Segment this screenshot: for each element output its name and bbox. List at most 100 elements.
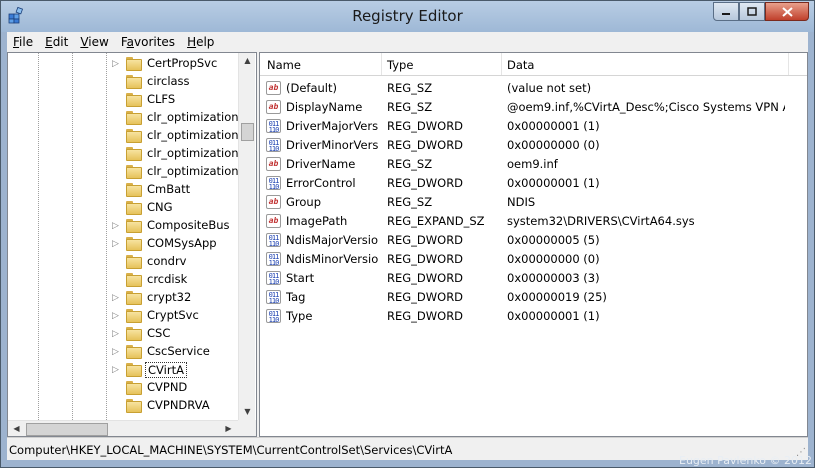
column-divider[interactable] — [788, 53, 789, 75]
tree-horizontal-scroll-thumb[interactable] — [26, 423, 108, 436]
scroll-right-arrow-icon[interactable]: ▶ — [220, 424, 237, 433]
value-type: REG_DWORD — [387, 252, 464, 266]
folder-icon — [126, 363, 142, 377]
tree-item[interactable]: CLFS — [8, 91, 238, 109]
tree-vertical-scroll-thumb[interactable] — [241, 123, 254, 141]
column-header-name[interactable]: Name — [267, 58, 301, 72]
value-row[interactable]: ab ImagePath REG_EXPAND_SZ system32\DRIVERS… — [260, 212, 807, 231]
menu-favorites[interactable]: Favorites — [115, 35, 181, 49]
value-name: NdisMajorVersion — [286, 233, 378, 247]
value-row[interactable]: ab DisplayName REG_SZ @oem9.inf,%CVirtA_Des… — [260, 98, 807, 117]
maximize-button[interactable] — [739, 2, 765, 21]
value-row[interactable]: ab (Default) REG_SZ (value not set) — [260, 79, 807, 98]
value-type: REG_DWORD — [387, 271, 464, 285]
tree-item[interactable]: clr_optimization_ — [8, 109, 244, 127]
column-divider[interactable] — [501, 53, 502, 75]
menu-file[interactable]: File — [7, 35, 39, 49]
value-row[interactable]: ab DriverName REG_SZ oem9.inf — [260, 155, 807, 174]
value-row[interactable]: 011 110 Start REG_DWORD 0x00000003 (3) — [260, 269, 807, 288]
folder-icon — [126, 75, 142, 89]
value-type: REG_EXPAND_SZ — [387, 214, 485, 228]
tree-vertical-scrollbar[interactable]: ▲ ▼ — [238, 53, 255, 421]
tree-item[interactable]: ▷ crypt32 — [8, 289, 238, 307]
menu-edit-label: dit — [52, 35, 69, 49]
value-row[interactable]: 011 110 NdisMajorVersion REG_DWORD 0x0000000… — [260, 231, 807, 250]
tree-item[interactable]: ▷ CertPropSvc — [8, 55, 238, 73]
value-row[interactable]: 011110 DriverMinorVers... REG_DWORD 0x00000… — [260, 136, 807, 155]
value-name: DriverName — [286, 157, 356, 171]
expand-arrow-icon[interactable]: ▷ — [112, 222, 121, 231]
scroll-left-arrow-icon[interactable]: ◀ — [8, 424, 25, 433]
tree-item[interactable]: clr_optimization_ — [8, 127, 244, 145]
expand-arrow-icon[interactable]: ▷ — [112, 312, 121, 321]
expand-arrow-icon[interactable]: ▷ — [112, 294, 121, 303]
folder-icon — [126, 381, 142, 395]
menu-view[interactable]: View — [74, 35, 114, 49]
menu-help[interactable]: Help — [181, 35, 220, 49]
value-data: 0x00000003 (3) — [507, 271, 600, 285]
tree-item[interactable]: CNG — [8, 199, 238, 217]
value-type: REG_DWORD — [387, 233, 464, 247]
tree-item[interactable]: ▷ CompositeBus — [8, 217, 238, 235]
value-row[interactable]: 011 110 Type REG_DWORD 0x00000001 (1) — [260, 307, 807, 326]
registry-key-tree[interactable]: ▷ CertPropSvc circlass CLFS clr_optimization… — [7, 52, 257, 437]
value-type: REG_DWORD — [387, 290, 464, 304]
expand-arrow-icon[interactable]: ▷ — [112, 330, 121, 339]
list-header: Name Type Data — [260, 53, 807, 76]
value-name: NdisMinorVersion — [286, 252, 378, 266]
value-row[interactable]: ab Group REG_SZ NDIS — [260, 193, 807, 212]
tree-item[interactable]: circlass — [8, 73, 238, 91]
tree-item-label: clr_optimization_ — [147, 128, 245, 142]
expand-arrow-icon[interactable]: ▷ — [112, 366, 121, 375]
folder-icon — [126, 327, 142, 341]
folder-icon — [126, 183, 142, 197]
value-data: 0x00000001 (1) — [507, 119, 600, 133]
tree-item[interactable]: condrv — [8, 253, 238, 271]
minimize-icon — [722, 12, 730, 15]
expand-arrow-icon[interactable]: ▷ — [112, 240, 121, 249]
folder-icon — [126, 57, 142, 71]
tree-item[interactable]: ▷ CSC — [8, 325, 238, 343]
value-row[interactable]: 011 110 Tag REG_DWORD 0x00000019 (25) — [260, 288, 807, 307]
folder-icon — [126, 237, 142, 251]
value-type: REG_SZ — [387, 81, 433, 95]
close-button[interactable] — [765, 2, 809, 21]
author-credit: Eugen Pavlenko © 2012 — [679, 454, 813, 467]
value-type: REG_DWORD — [387, 309, 464, 323]
registry-values-list[interactable]: Name Type Data ab (Default) REG_SZ (value n… — [259, 52, 808, 437]
column-header-data[interactable]: Data — [507, 58, 534, 72]
scroll-down-arrow-icon[interactable]: ▼ — [239, 407, 256, 416]
tree-item[interactable]: CmBatt — [8, 181, 238, 199]
tree-item[interactable]: CVPNDRVA — [8, 397, 238, 415]
title-bar[interactable]: Registry Editor — [1, 1, 814, 32]
value-data: NDIS — [507, 195, 536, 209]
value-row[interactable]: 011110 DriverMajorVersi... REG_DWORD 0x0000… — [260, 117, 807, 136]
tree-item[interactable]: ▷ CVirtA — [8, 361, 238, 379]
menu-edit[interactable]: Edit — [39, 35, 74, 49]
tree-item[interactable]: ▷ COMSysApp — [8, 235, 238, 253]
tree-item[interactable]: ▷ CryptSvc — [8, 307, 238, 325]
folder-icon — [126, 165, 142, 179]
folder-icon — [126, 111, 142, 125]
column-divider[interactable] — [381, 53, 382, 75]
value-type: REG_DWORD — [387, 176, 464, 190]
tree-item[interactable]: clr_optimization_ — [8, 145, 244, 163]
tree-item[interactable]: ▷ CscService — [8, 343, 238, 361]
tree-item[interactable]: crcdisk — [8, 271, 238, 289]
expand-arrow-icon[interactable]: ▷ — [112, 60, 121, 69]
minimize-button[interactable] — [713, 2, 739, 21]
menu-edit-mnemonic: E — [45, 35, 53, 49]
folder-icon — [126, 255, 142, 269]
column-header-type[interactable]: Type — [387, 58, 413, 72]
binary-value-icon: 011 110 — [266, 138, 281, 153]
value-row[interactable]: 011 110 NdisMinorVersion REG_DWORD 0x0000000… — [260, 250, 807, 269]
tree-item[interactable]: clr_optimization_ — [8, 163, 244, 181]
value-name: DriverMinorVers... — [286, 138, 378, 152]
tree-item[interactable]: CVPND — [8, 379, 238, 397]
expand-arrow-icon[interactable]: ▷ — [112, 348, 121, 357]
menu-bar: File Edit View Favorites Help — [7, 32, 808, 52]
tree-horizontal-scrollbar[interactable]: ◀ ▶ — [8, 420, 238, 436]
value-row[interactable]: 011 110 ErrorControl REG_DWORD 0x00000001 (1… — [260, 174, 807, 193]
tree-item-label: CertPropSvc — [147, 56, 218, 70]
scroll-up-arrow-icon[interactable]: ▲ — [239, 56, 256, 65]
